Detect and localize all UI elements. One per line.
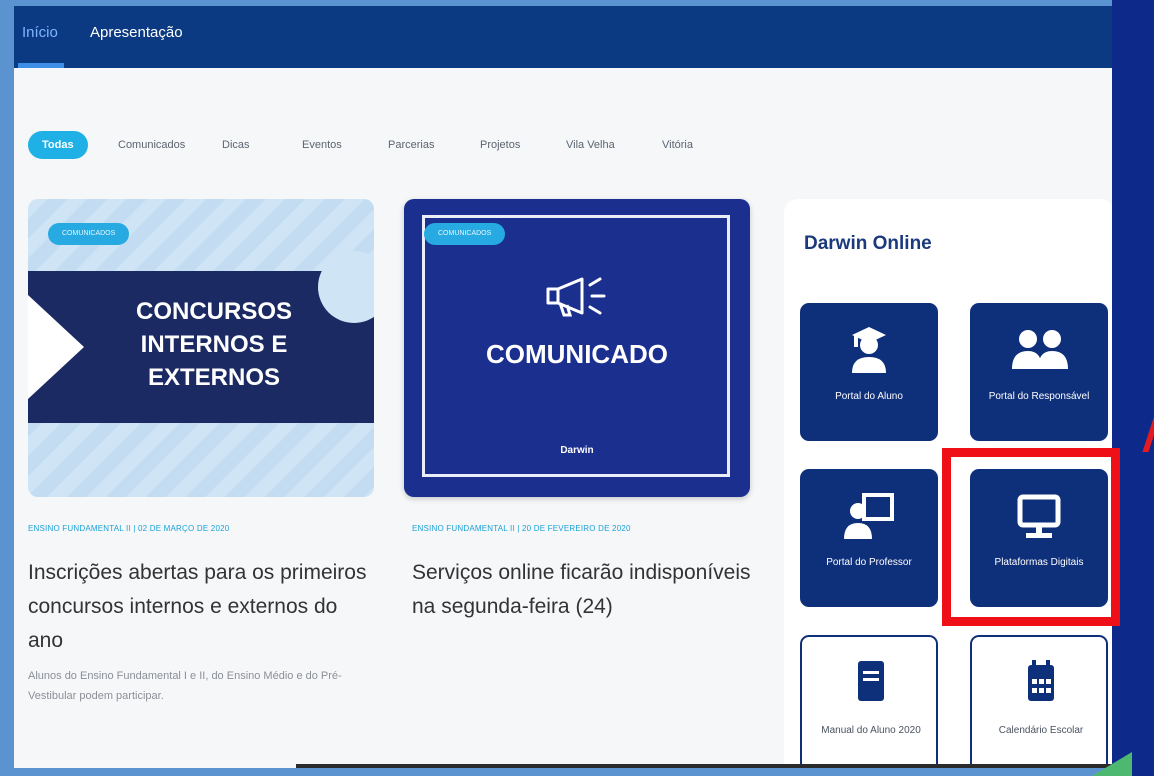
category-filter-bar: Todas Comunicados Dicas Eventos Parceria… bbox=[14, 131, 774, 161]
tile-label: Manual do Aluno 2020 bbox=[821, 725, 921, 736]
filter-vila-velha[interactable]: Vila Velha bbox=[566, 131, 615, 159]
teacher-icon bbox=[844, 493, 894, 539]
student-icon bbox=[852, 327, 886, 373]
tile-label: Portal do Professor bbox=[826, 557, 912, 568]
banner-line: INTERNOS E bbox=[140, 331, 288, 358]
tile-portal-professor[interactable]: Portal do Professor bbox=[800, 469, 938, 607]
filter-dicas[interactable]: Dicas bbox=[222, 131, 250, 159]
megaphone-icon bbox=[546, 277, 606, 317]
screenshot-frame: Início Apresentação Todas Comunicados Di… bbox=[14, 6, 1112, 768]
tile-label: Portal do Aluno bbox=[835, 391, 903, 402]
banner-arrow-shape bbox=[28, 295, 84, 399]
banner-text: CONCURSOS INTERNOS E EXTERNOS bbox=[114, 295, 314, 394]
post-meta: ENSINO FUNDAMENTAL II | 20 DE FEVEREIRO … bbox=[412, 524, 631, 533]
tile-manual-aluno[interactable]: Manual do Aluno 2020 bbox=[800, 635, 938, 768]
post-title[interactable]: Serviços online ficarão indisponíveis na… bbox=[412, 556, 752, 624]
tile-portal-responsavel[interactable]: Portal do Responsável bbox=[970, 303, 1108, 441]
horizontal-scrollbar[interactable] bbox=[296, 764, 1112, 768]
filter-parcerias[interactable]: Parcerias bbox=[388, 131, 434, 159]
filter-eventos[interactable]: Eventos bbox=[302, 131, 342, 159]
banner-line: CONCURSOS bbox=[135, 298, 292, 325]
post-image-comunicado[interactable]: COMUNICADOS COMUNICADO Darwin bbox=[404, 199, 750, 497]
post-category-badge[interactable]: COMUNICADOS bbox=[48, 223, 130, 245]
users-icon bbox=[1012, 330, 1068, 369]
chevron-right-icon: ▶ bbox=[348, 357, 359, 373]
filter-todas[interactable]: Todas bbox=[28, 131, 88, 159]
darwin-logo: Darwin bbox=[560, 445, 594, 456]
tile-calendario-escolar[interactable]: Calendário Escolar bbox=[970, 635, 1108, 768]
panel-title: Darwin Online bbox=[804, 233, 932, 254]
post-image-concursos[interactable]: COMUNICADOS CONCURSOS INTERNOS E EXTERNO… bbox=[28, 199, 374, 497]
nav-item-inicio[interactable]: Início bbox=[22, 24, 58, 41]
tile-label: Portal do Responsável bbox=[988, 391, 1090, 402]
banner-line: EXTERNOS bbox=[147, 364, 281, 391]
filter-projetos[interactable]: Projetos bbox=[480, 131, 520, 159]
left-border bbox=[0, 0, 14, 776]
post-excerpt: Alunos do Ensino Fundamental I e II, do … bbox=[28, 670, 342, 702]
post-title[interactable]: Inscrições abertas para os primeiros con… bbox=[28, 556, 368, 658]
filter-comunicados[interactable]: Comunicados bbox=[118, 131, 185, 159]
calendar-icon bbox=[1028, 660, 1054, 701]
tile-portal-aluno[interactable]: Portal do Aluno bbox=[800, 303, 938, 441]
top-navigation: Início Apresentação bbox=[14, 6, 1112, 68]
book-icon bbox=[858, 661, 884, 701]
right-border bbox=[1112, 0, 1154, 776]
active-nav-indicator bbox=[18, 63, 64, 68]
tile-label: Calendário Escolar bbox=[998, 725, 1084, 736]
post-category-badge[interactable]: COMUNICADOS bbox=[424, 223, 506, 245]
banner-title: COMUNICADO bbox=[486, 339, 668, 369]
nav-item-apresentacao[interactable]: Apresentação bbox=[90, 24, 183, 41]
filter-vitoria[interactable]: Vitória bbox=[662, 131, 693, 159]
highlight-box bbox=[942, 448, 1120, 626]
post-meta: ENSINO FUNDAMENTAL II | 02 DE MARÇO DE 2… bbox=[28, 524, 230, 533]
